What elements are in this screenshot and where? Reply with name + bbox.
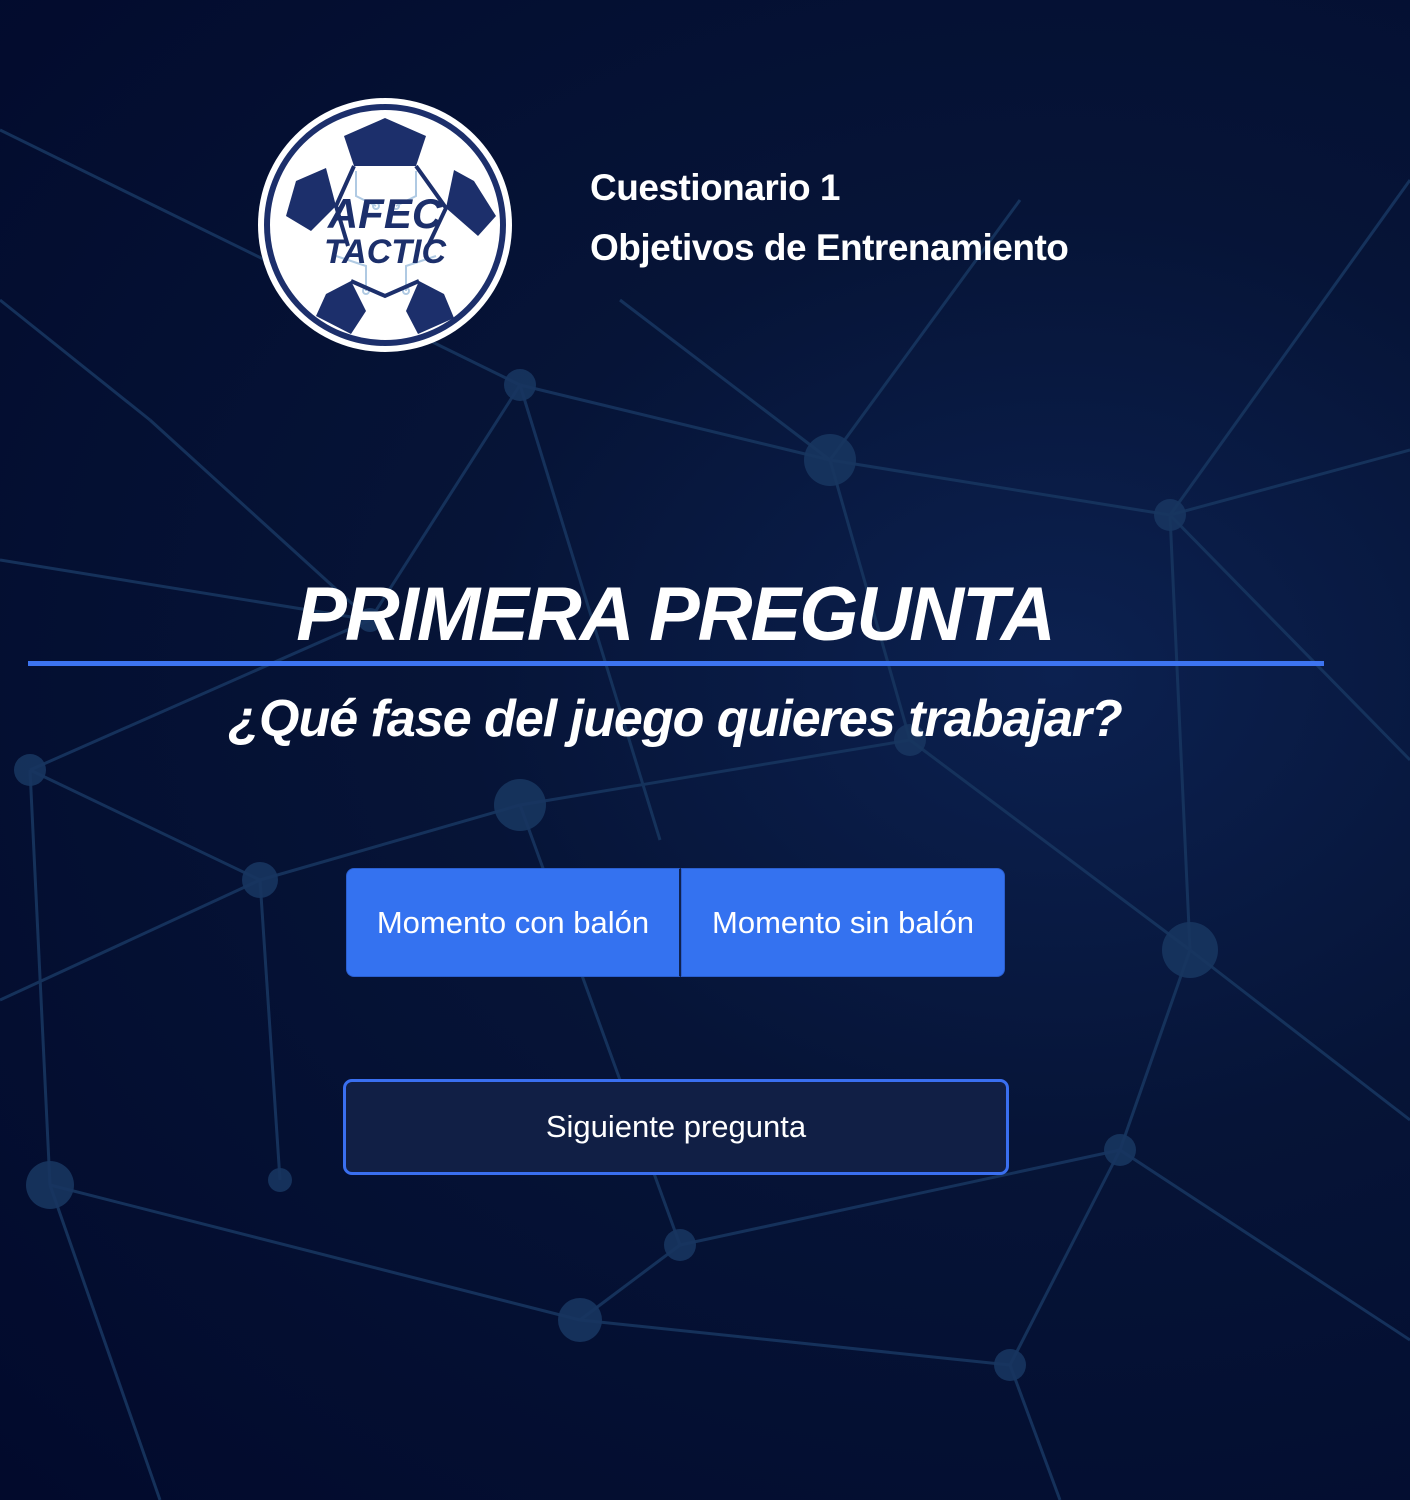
next-question-button[interactable]: Siguiente pregunta [343, 1079, 1009, 1175]
quiz-heading: Cuestionario 1 Objetivos de Entrenamient… [590, 158, 1069, 278]
logo-text-tactic: TACTIC [324, 233, 447, 271]
question-text: ¿Qué fase del juego quieres trabajar? [228, 690, 1123, 748]
logo-text-afec: AFEC [327, 190, 443, 237]
quiz-subtitle: Objetivos de Entrenamiento [590, 227, 1069, 268]
question-title: PRIMERA PREGUNTA [296, 572, 1056, 657]
option-momento-con-balon-button[interactable]: Momento con balón [346, 868, 681, 977]
quiz-title: Cuestionario 1 [590, 167, 841, 208]
answer-options: Momento con balón Momento sin balón [346, 868, 1005, 977]
soccer-ball-logo-icon: AFEC TACTIC [258, 98, 512, 352]
title-divider [28, 661, 1324, 666]
afec-tactic-logo: AFEC TACTIC [256, 96, 514, 354]
option-momento-sin-balon-button[interactable]: Momento sin balón [681, 868, 1005, 977]
